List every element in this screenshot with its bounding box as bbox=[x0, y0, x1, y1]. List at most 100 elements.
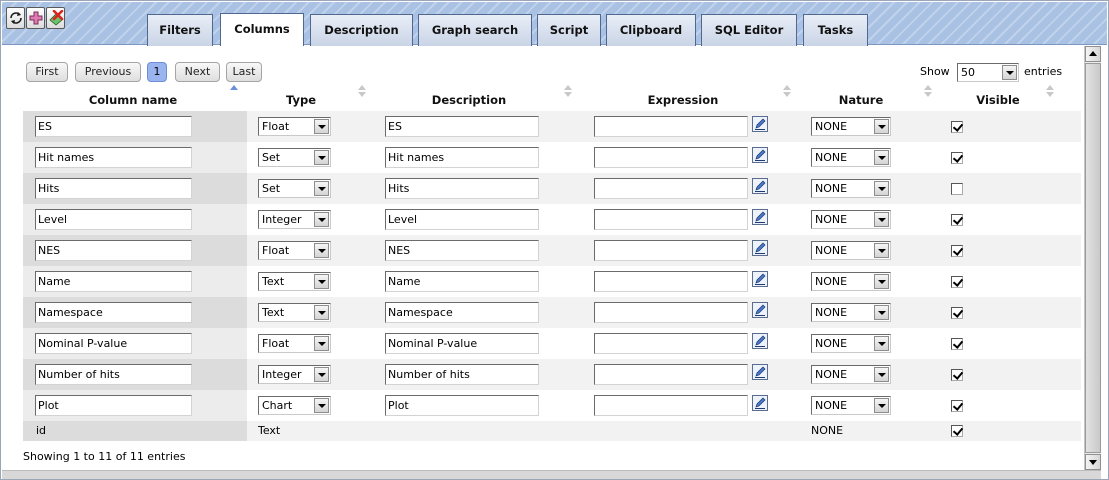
edit-expression-icon[interactable] bbox=[752, 271, 768, 287]
expression-input[interactable] bbox=[594, 302, 748, 323]
nature-select[interactable]: NONE bbox=[811, 272, 891, 291]
header-visible[interactable]: Visible bbox=[948, 91, 1048, 109]
visible-checkbox[interactable] bbox=[951, 338, 963, 350]
type-select[interactable]: Integer bbox=[258, 365, 331, 384]
refresh-button[interactable] bbox=[6, 7, 25, 29]
description-input[interactable]: NES bbox=[385, 240, 539, 261]
column-name-input[interactable]: ES bbox=[35, 116, 192, 137]
edit-expression-icon[interactable] bbox=[752, 147, 768, 163]
edit-expression-icon[interactable] bbox=[752, 209, 768, 225]
type-select[interactable]: Text bbox=[258, 272, 331, 291]
nature-select[interactable]: NONE bbox=[811, 303, 891, 322]
visible-checkbox[interactable] bbox=[951, 369, 963, 381]
last-page-button[interactable]: Last bbox=[226, 62, 262, 82]
previous-page-button[interactable]: Previous bbox=[75, 62, 141, 82]
description-input[interactable]: ES bbox=[385, 116, 539, 137]
visible-checkbox[interactable] bbox=[951, 425, 963, 437]
expression-input[interactable] bbox=[594, 147, 748, 168]
nature-select[interactable]: NONE bbox=[811, 179, 891, 198]
next-page-button[interactable]: Next bbox=[175, 62, 220, 82]
tab-tasks[interactable]: Tasks bbox=[803, 14, 868, 46]
edit-expression-icon[interactable] bbox=[752, 178, 768, 194]
nature-select[interactable]: NONE bbox=[811, 117, 891, 136]
edit-expression-icon[interactable] bbox=[752, 364, 768, 380]
visible-checkbox[interactable] bbox=[951, 276, 963, 288]
edit-expression-icon[interactable] bbox=[752, 333, 768, 349]
edit-expression-icon[interactable] bbox=[752, 240, 768, 256]
expression-input[interactable] bbox=[594, 240, 748, 261]
add-button[interactable] bbox=[26, 7, 45, 29]
column-name-input[interactable]: Namespace bbox=[35, 302, 192, 323]
first-page-button[interactable]: First bbox=[26, 62, 68, 82]
type-select[interactable]: Integer bbox=[258, 210, 331, 229]
header-description[interactable]: Description bbox=[388, 91, 550, 109]
horizontal-scrollbar[interactable] bbox=[2, 470, 1101, 479]
type-select[interactable]: Set bbox=[258, 179, 331, 198]
nature-select[interactable]: NONE bbox=[811, 241, 891, 260]
header-column-name[interactable]: Column name bbox=[38, 91, 228, 109]
visible-checkbox[interactable] bbox=[951, 307, 963, 319]
type-select[interactable]: Float bbox=[258, 334, 331, 353]
nature-select[interactable]: NONE bbox=[811, 210, 891, 229]
column-name-input[interactable]: Hits bbox=[35, 178, 192, 199]
tab-description[interactable]: Description bbox=[310, 14, 413, 46]
vertical-scrollbar[interactable] bbox=[1084, 46, 1101, 470]
type-select[interactable]: Chart bbox=[258, 396, 331, 415]
expression-input[interactable] bbox=[594, 333, 748, 354]
visible-checkbox[interactable] bbox=[951, 245, 963, 257]
tab-filters[interactable]: Filters bbox=[147, 14, 213, 46]
tab-columns[interactable]: Columns bbox=[220, 13, 304, 46]
entries-select[interactable]: 50 bbox=[957, 63, 1019, 82]
visible-checkbox[interactable] bbox=[951, 214, 963, 226]
type-select[interactable]: Float bbox=[258, 117, 331, 136]
current-page-button[interactable]: 1 bbox=[147, 62, 167, 82]
expression-input[interactable] bbox=[594, 271, 748, 292]
description-input[interactable]: Plot bbox=[385, 395, 539, 416]
type-select[interactable]: Set bbox=[258, 148, 331, 167]
description-input[interactable]: Name bbox=[385, 271, 539, 292]
description-input[interactable]: Namespace bbox=[385, 302, 539, 323]
tab-graph-search[interactable]: Graph search bbox=[418, 14, 532, 46]
nature-select[interactable]: NONE bbox=[811, 396, 891, 415]
expression-input[interactable] bbox=[594, 209, 748, 230]
edit-expression-icon[interactable] bbox=[752, 116, 768, 132]
tab-script[interactable]: Script bbox=[537, 14, 601, 46]
column-name-input[interactable]: Name bbox=[35, 271, 192, 292]
description-input[interactable]: Nominal P-value bbox=[385, 333, 539, 354]
scroll-thumb[interactable] bbox=[1085, 63, 1101, 453]
description-input[interactable]: Level bbox=[385, 209, 539, 230]
visible-checkbox[interactable] bbox=[951, 152, 963, 164]
edit-expression-icon[interactable] bbox=[752, 395, 768, 411]
column-name-input[interactable]: Plot bbox=[35, 395, 192, 416]
description-input[interactable]: Hits bbox=[385, 178, 539, 199]
column-name-input[interactable]: Number of hits bbox=[35, 364, 192, 385]
tab-sql-editor[interactable]: SQL Editor bbox=[701, 14, 797, 46]
expression-input[interactable] bbox=[594, 178, 748, 199]
visible-checkbox[interactable] bbox=[951, 121, 963, 133]
visible-checkbox[interactable] bbox=[951, 183, 963, 195]
header-type[interactable]: Type bbox=[261, 91, 341, 109]
scroll-down-button[interactable] bbox=[1085, 454, 1101, 470]
edit-expression-icon[interactable] bbox=[752, 302, 768, 318]
expression-input[interactable] bbox=[594, 364, 748, 385]
expression-input[interactable] bbox=[594, 395, 748, 416]
description-input[interactable]: Number of hits bbox=[385, 364, 539, 385]
visible-checkbox[interactable] bbox=[951, 400, 963, 412]
nature-select[interactable]: NONE bbox=[811, 148, 891, 167]
column-name-input[interactable]: NES bbox=[35, 240, 192, 261]
column-name-input[interactable]: Nominal P-value bbox=[35, 333, 192, 354]
tab-clipboard[interactable]: Clipboard bbox=[606, 14, 696, 46]
nature-select[interactable]: NONE bbox=[811, 334, 891, 353]
type-select[interactable]: Float bbox=[258, 241, 331, 260]
header-nature[interactable]: Nature bbox=[811, 91, 911, 109]
column-name-input[interactable]: Level bbox=[35, 209, 192, 230]
type-select[interactable]: Text bbox=[258, 303, 331, 322]
name-cell bbox=[23, 421, 247, 441]
scroll-up-button[interactable] bbox=[1085, 46, 1101, 62]
expression-input[interactable] bbox=[594, 116, 748, 137]
nature-select[interactable]: NONE bbox=[811, 365, 891, 384]
description-input[interactable]: Hit names bbox=[385, 147, 539, 168]
header-expression[interactable]: Expression bbox=[593, 91, 773, 109]
delete-button[interactable] bbox=[46, 7, 65, 29]
column-name-input[interactable]: Hit names bbox=[35, 147, 192, 168]
